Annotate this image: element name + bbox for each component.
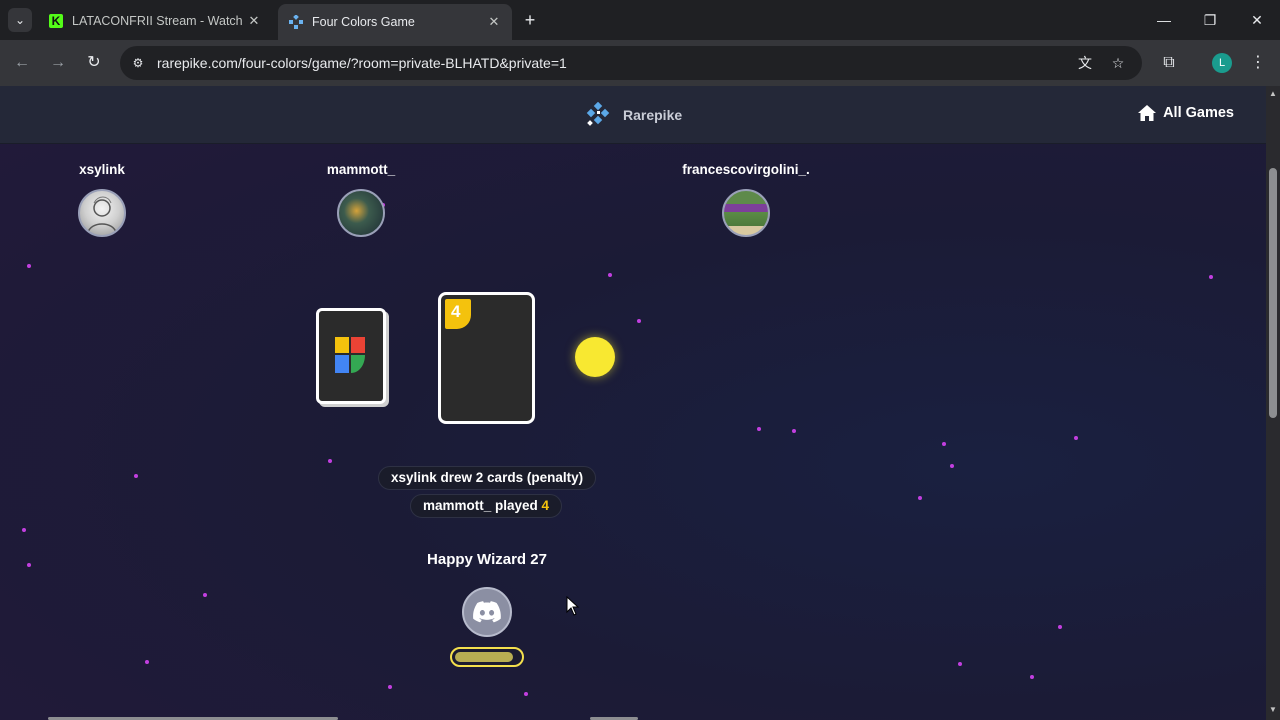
log-text: mammott_ played: [423, 498, 542, 513]
profile-avatar[interactable]: L: [1212, 53, 1232, 73]
tab-four-colors[interactable]: Four Colors Game ✕: [278, 4, 512, 40]
player-name: xsylink: [79, 162, 125, 177]
bookmark-star-icon[interactable]: ☆: [1109, 54, 1127, 72]
scroll-up-icon[interactable]: ▲: [1269, 90, 1277, 98]
player-slot: xsylink: [27, 162, 177, 237]
current-color-indicator: [575, 337, 615, 377]
vertical-scrollbar[interactable]: ▲ ▼: [1266, 86, 1280, 720]
log-entry: xsylink drew 2 cards (penalty): [378, 466, 597, 490]
discord-icon[interactable]: [462, 587, 512, 637]
close-tab-icon[interactable]: ✕: [246, 13, 262, 29]
back-icon[interactable]: ←: [11, 52, 33, 74]
tab-title: LATACONFRII Stream - Watch Li: [72, 14, 246, 28]
reload-icon[interactable]: ↻: [83, 52, 105, 74]
player-slot: mammott_: [286, 162, 436, 237]
url-text[interactable]: rarepike.com/four-colors/game/?room=priv…: [157, 55, 567, 71]
current-player-name: Happy Wizard 27: [427, 551, 547, 568]
all-games-label: All Games: [1163, 105, 1234, 121]
browser-toolbar: ← → ↻ ⚙ rarepike.com/four-colors/game/?r…: [0, 40, 1280, 86]
player-avatar: [78, 189, 126, 237]
rarepike-icon: [288, 14, 304, 30]
log-entry: mammott_ played 4: [410, 494, 563, 518]
player-avatar: [722, 189, 770, 237]
new-tab-icon[interactable]: +: [520, 10, 540, 30]
game-page: Rarepike All Games xsylink mammott_ fran…: [0, 86, 1266, 720]
discard-pile-top-card: 4: [438, 292, 535, 424]
home-icon: [1138, 105, 1157, 121]
turn-timer-fill: [455, 652, 513, 662]
close-tab-icon[interactable]: ✕: [486, 14, 502, 30]
log-card-value: 4: [541, 498, 550, 513]
rarepike-logo-icon: [585, 101, 611, 128]
tab-lataconfrii[interactable]: K LATACONFRII Stream - Watch Li ✕: [38, 6, 272, 36]
brand[interactable]: Rarepike: [585, 101, 683, 128]
scroll-down-icon[interactable]: ▼: [1269, 706, 1277, 714]
site-header: Rarepike All Games: [0, 86, 1266, 144]
player-name: francescovirgolini_.: [682, 162, 810, 177]
turn-timer-bar: [450, 647, 524, 667]
minimize-icon[interactable]: —: [1154, 10, 1174, 30]
forward-icon[interactable]: →: [47, 52, 69, 74]
site-settings-icon[interactable]: ⚙: [130, 55, 146, 71]
tab-title: Four Colors Game: [312, 15, 415, 29]
four-colors-logo-icon: [335, 337, 365, 373]
all-games-link[interactable]: All Games: [1138, 105, 1234, 121]
card-value: 4: [445, 299, 471, 329]
close-window-icon[interactable]: ✕: [1247, 10, 1267, 30]
address-bar[interactable]: ⚙ rarepike.com/four-colors/game/?room=pr…: [120, 46, 1142, 80]
translate-icon[interactable]: 文: [1076, 54, 1094, 72]
player-avatar: [337, 189, 385, 237]
extensions-icon[interactable]: ⧉: [1158, 52, 1180, 74]
player-name: mammott_: [326, 162, 396, 177]
brand-name: Rarepike: [623, 107, 683, 123]
browser-tab-bar: ⌄ K LATACONFRII Stream - Watch Li ✕ Four…: [0, 0, 1280, 40]
kick-icon: K: [48, 13, 64, 29]
scroll-thumb[interactable]: [1269, 168, 1277, 418]
draw-deck[interactable]: [316, 308, 386, 404]
menu-kebab-icon[interactable]: ⋮: [1247, 52, 1269, 74]
restore-icon[interactable]: ❐: [1200, 10, 1220, 30]
mouse-cursor-icon: [566, 596, 580, 616]
tab-search-chevron-icon[interactable]: ⌄: [8, 8, 32, 32]
player-slot: francescovirgolini_.: [671, 162, 821, 237]
